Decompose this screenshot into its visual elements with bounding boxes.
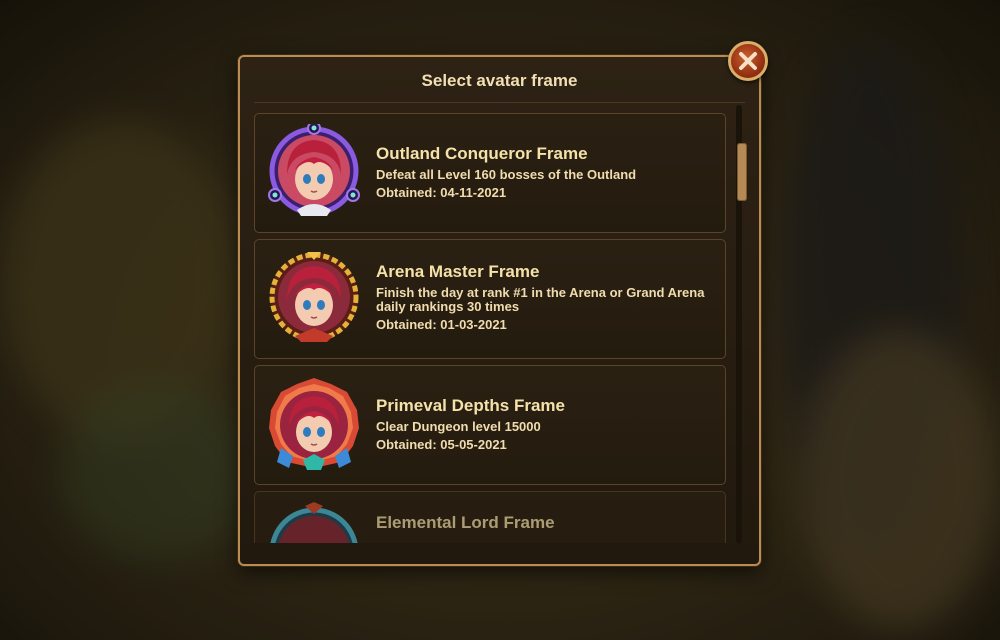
divider (254, 102, 745, 103)
avatar-frame-image (270, 502, 358, 543)
frame-description: Clear Dungeon level 15000 (376, 419, 541, 434)
close-icon (739, 52, 757, 70)
frame-name: Arena Master Frame (376, 262, 540, 281)
frame-card-elemental-lord[interactable]: Elemental Lord Frame (254, 491, 726, 543)
frame-description: Finish the day at rank #1 in the Arena o… (376, 285, 705, 314)
avatar-frame-image (268, 124, 360, 216)
frame-description: Defeat all Level 160 bosses of the Outla… (376, 167, 637, 182)
frame-obtained-date: Obtained: 05-05-2021 (376, 437, 507, 452)
frame-card-primeval-depths[interactable]: Primeval Depths Frame Clear Dungeon leve… (254, 365, 726, 485)
dialog-title: Select avatar frame (421, 71, 578, 90)
avatar-frame-image (269, 252, 359, 342)
scrollbar-thumb[interactable] (737, 143, 747, 201)
frame-name: Elemental Lord Frame (376, 513, 555, 532)
frame-card-arena-master[interactable]: Arena Master Frame Finish the day at ran… (254, 239, 726, 359)
frame-name: Primeval Depths Frame (376, 396, 565, 415)
frame-obtained-date: Obtained: 04-11-2021 (376, 185, 507, 200)
close-button[interactable] (728, 41, 768, 81)
frame-obtained-date: Obtained: 01-03-2021 (376, 317, 507, 332)
avatar-frame-image (269, 378, 359, 470)
frame-card-outland-conqueror[interactable]: Outland Conqueror Frame Defeat all Level… (254, 113, 726, 233)
frame-list[interactable]: Outland Conqueror Frame Defeat all Level… (254, 113, 730, 543)
avatar-frame-dialog: Select avatar frame Outland Conqueror Fr… (238, 55, 761, 566)
frame-name: Outland Conqueror Frame (376, 144, 588, 163)
